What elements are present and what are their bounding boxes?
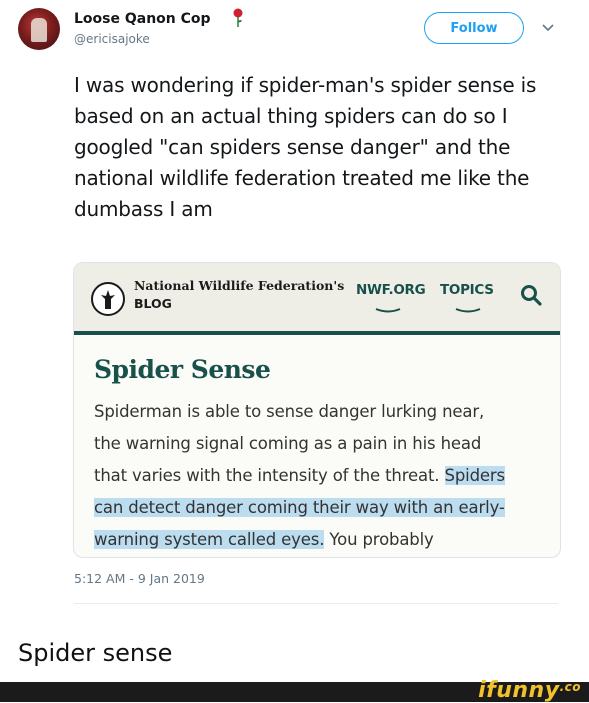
tweet-timestamp[interactable]: 5:12 AM - 9 Jan 2019 <box>74 571 205 586</box>
rose-icon <box>233 8 243 27</box>
nav-squiggle-icon <box>455 308 481 313</box>
chevron-down-icon[interactable] <box>540 20 556 36</box>
author-name[interactable]: Loose Qanon Cop <box>74 11 211 27</box>
avatar-figure <box>31 18 47 42</box>
article-line: that varies with the intensity of the th… <box>94 466 505 485</box>
follow-button[interactable]: Follow <box>424 12 524 44</box>
embedded-screenshot[interactable]: National Wildlife Federation's BLOG NWF.… <box>73 262 561 558</box>
article-line: can detect danger coming their way with … <box>94 498 505 517</box>
nwf-title: National Wildlife Federation's <box>134 278 345 293</box>
article-body: Spiderman is able to sense danger lurkin… <box>94 396 560 556</box>
article-line: Spiderman is able to sense danger lurkin… <box>94 402 485 421</box>
article-line: warning system called eyes. You probably <box>94 530 434 549</box>
nav-topics[interactable]: TOPICS <box>440 282 494 298</box>
article-line: the warning signal coming as a pain in h… <box>94 434 482 453</box>
author-avatar[interactable] <box>18 8 60 50</box>
post-caption: Spider sense <box>18 639 173 667</box>
article-heading: Spider Sense <box>94 355 271 384</box>
ifunny-watermark: ifunny.co <box>478 678 581 703</box>
divider <box>74 603 558 604</box>
nwf-blog-label: BLOG <box>134 296 172 311</box>
nwf-logo-icon <box>91 282 125 316</box>
nav-nwf-org[interactable]: NWF.ORG <box>356 282 426 298</box>
nwf-header-bar <box>74 331 560 335</box>
footer-bar: ifunny.co <box>0 678 589 703</box>
tweet-text: I was wondering if spider-man's spider s… <box>74 73 537 221</box>
author-handle[interactable]: @ericisajoke <box>74 32 150 46</box>
nav-squiggle-icon <box>375 308 401 313</box>
nwf-header: National Wildlife Federation's BLOG NWF.… <box>74 263 560 331</box>
search-icon[interactable] <box>520 284 542 306</box>
